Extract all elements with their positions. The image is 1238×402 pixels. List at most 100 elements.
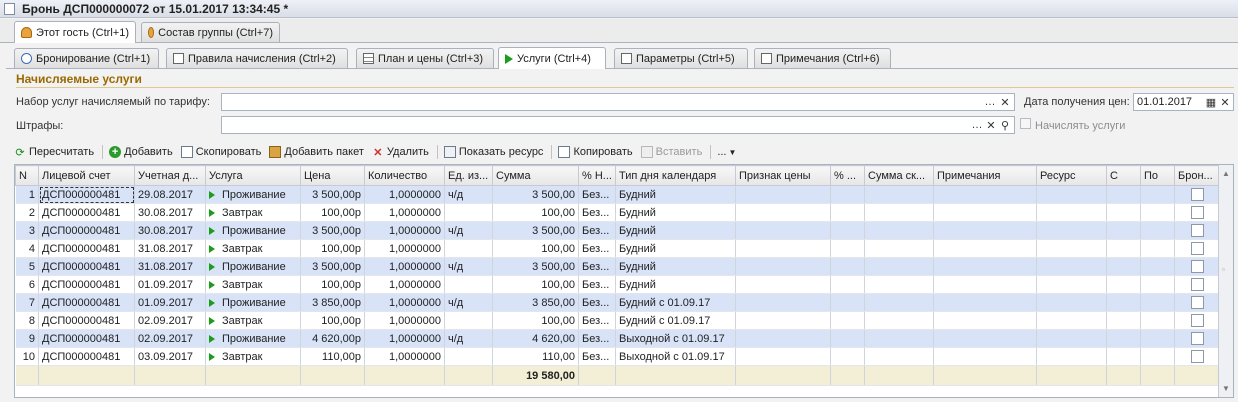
table-row[interactable]: 1 ДСП000000481 29.08.2017 Проживание 3 500,0…	[15, 185, 1221, 204]
charge-services-checkbox[interactable]	[1020, 118, 1031, 129]
from-cell[interactable]	[1106, 185, 1141, 204]
quantity-cell[interactable]: 1,0000000	[364, 239, 445, 258]
day-type-cell[interactable]: Будний	[615, 185, 736, 204]
more-actions-button[interactable]: ... ▼	[717, 146, 741, 158]
date-cell[interactable]: 30.08.2017	[134, 203, 206, 222]
copy-button[interactable]: Копировать	[558, 146, 633, 158]
to-cell[interactable]	[1140, 311, 1175, 330]
quantity-cell[interactable]: 1,0000000	[364, 311, 445, 330]
table-row[interactable]: 10 ДСП000000481 03.09.2017 Завтрак 110,00р 1,…	[15, 347, 1221, 366]
recalc-button[interactable]: ⟳ Пересчитать	[14, 146, 94, 159]
to-cell[interactable]	[1140, 329, 1175, 348]
price-flag-cell[interactable]	[735, 221, 831, 240]
day-type-cell[interactable]: Будний	[615, 221, 736, 240]
booking-checkbox[interactable]	[1191, 278, 1204, 291]
vat-cell[interactable]: Без...	[578, 239, 616, 258]
search-icon[interactable]: ⚲	[998, 118, 1012, 132]
row-number[interactable]: 1	[15, 185, 39, 204]
price-cell[interactable]: 3 500,00р	[300, 257, 365, 276]
quantity-cell[interactable]: 1,0000000	[364, 221, 445, 240]
day-type-cell[interactable]: Будний	[615, 257, 736, 276]
notes-cell[interactable]	[933, 347, 1037, 366]
table-row[interactable]: 9 ДСП000000481 02.09.2017 Проживание 4 620,0…	[15, 329, 1221, 348]
notes-cell[interactable]	[933, 293, 1037, 312]
resource-cell[interactable]	[1036, 329, 1107, 348]
vat-cell[interactable]: Без...	[578, 221, 616, 240]
unit-cell[interactable]	[444, 203, 493, 222]
date-cell[interactable]: 31.08.2017	[134, 257, 206, 276]
account-cell[interactable]: ДСП000000481	[38, 275, 135, 294]
sum-cell[interactable]: 100,00	[492, 239, 579, 258]
from-cell[interactable]	[1106, 239, 1141, 258]
date-cell[interactable]: 02.09.2017	[134, 311, 206, 330]
column-header[interactable]: С	[1106, 165, 1141, 186]
column-header[interactable]: Ресурс	[1036, 165, 1107, 186]
table-row[interactable]: 4 ДСП000000481 31.08.2017 Завтрак 100,00р 1,0…	[15, 239, 1221, 258]
table-row[interactable]: 6 ДСП000000481 01.09.2017 Завтрак 100,00р 1,0…	[15, 275, 1221, 294]
date-cell[interactable]: 02.09.2017	[134, 329, 206, 348]
to-cell[interactable]	[1140, 275, 1175, 294]
quantity-cell[interactable]: 1,0000000	[364, 203, 445, 222]
price-flag-cell[interactable]	[735, 275, 831, 294]
scroll-up-icon[interactable]: ▲	[1222, 169, 1230, 178]
date-cell[interactable]: 01.09.2017	[134, 275, 206, 294]
price-cell[interactable]: 3 850,00р	[300, 293, 365, 312]
table-row[interactable]: 7 ДСП000000481 01.09.2017 Проживание 3 850,0…	[15, 293, 1221, 312]
resource-cell[interactable]	[1036, 257, 1107, 276]
unit-cell[interactable]	[444, 311, 493, 330]
unit-cell[interactable]: ч/д	[444, 257, 493, 276]
tab-this-guest[interactable]: Этот гость (Ctrl+1)	[14, 21, 136, 43]
tab-notes[interactable]: Примечания (Ctrl+6)	[754, 48, 891, 68]
percent-cell[interactable]	[830, 329, 865, 348]
account-cell[interactable]: ДСП000000481	[38, 329, 135, 348]
column-header[interactable]: Цена	[300, 165, 365, 186]
price-cell[interactable]: 100,00р	[300, 311, 365, 330]
price-cell[interactable]: 100,00р	[300, 203, 365, 222]
to-cell[interactable]	[1140, 221, 1175, 240]
vat-cell[interactable]: Без...	[578, 275, 616, 294]
notes-cell[interactable]	[933, 203, 1037, 222]
resource-cell[interactable]	[1036, 203, 1107, 222]
day-type-cell[interactable]: Будний	[615, 239, 736, 258]
clear-icon[interactable]: ✕	[1218, 95, 1232, 109]
account-cell[interactable]: ДСП000000481	[38, 347, 135, 366]
to-cell[interactable]	[1140, 185, 1175, 204]
date-cell[interactable]: 29.08.2017	[134, 185, 206, 204]
date-cell[interactable]: 30.08.2017	[134, 221, 206, 240]
from-cell[interactable]	[1106, 329, 1141, 348]
tab-services[interactable]: Услуги (Ctrl+4)	[498, 47, 606, 69]
to-cell[interactable]	[1140, 257, 1175, 276]
percent-cell[interactable]	[830, 311, 865, 330]
day-type-cell[interactable]: Будний	[615, 203, 736, 222]
row-number[interactable]: 5	[15, 257, 39, 276]
clear-icon[interactable]: ✕	[984, 118, 998, 132]
tab-group-members[interactable]: Состав группы (Ctrl+7)	[141, 22, 280, 42]
copy-row-button[interactable]: Скопировать	[180, 146, 261, 158]
sum-cell[interactable]: 3 850,00	[492, 293, 579, 312]
price-flag-cell[interactable]	[735, 311, 831, 330]
percent-cell[interactable]	[830, 275, 865, 294]
show-resource-button[interactable]: Показать ресурс	[443, 146, 543, 158]
resource-cell[interactable]	[1036, 275, 1107, 294]
column-header[interactable]: Ед. из...	[444, 165, 493, 186]
day-type-cell[interactable]: Будний с 01.09.17	[615, 311, 736, 330]
vat-cell[interactable]: Без...	[578, 257, 616, 276]
tab-charge-rules[interactable]: Правила начисления (Ctrl+2)	[166, 48, 348, 68]
column-header[interactable]: Брон...	[1174, 165, 1221, 186]
percent-cell[interactable]	[830, 347, 865, 366]
price-flag-cell[interactable]	[735, 347, 831, 366]
add-package-button[interactable]: Добавить пакет	[269, 146, 364, 158]
column-header[interactable]: Количество	[364, 165, 445, 186]
tab-parameters[interactable]: Параметры (Ctrl+5)	[614, 48, 748, 68]
from-cell[interactable]	[1106, 293, 1141, 312]
row-number[interactable]: 8	[15, 311, 39, 330]
account-cell[interactable]: ДСП000000481	[38, 293, 135, 312]
tab-booking[interactable]: Бронирование (Ctrl+1)	[14, 48, 159, 68]
percent-cell[interactable]	[830, 257, 865, 276]
account-cell[interactable]: ДСП000000481	[38, 221, 135, 240]
notes-cell[interactable]	[933, 185, 1037, 204]
service-cell[interactable]: Завтрак	[205, 203, 301, 222]
vat-cell[interactable]: Без...	[578, 347, 616, 366]
price-flag-cell[interactable]	[735, 329, 831, 348]
tab-plan-prices[interactable]: План и цены (Ctrl+3)	[356, 48, 494, 68]
